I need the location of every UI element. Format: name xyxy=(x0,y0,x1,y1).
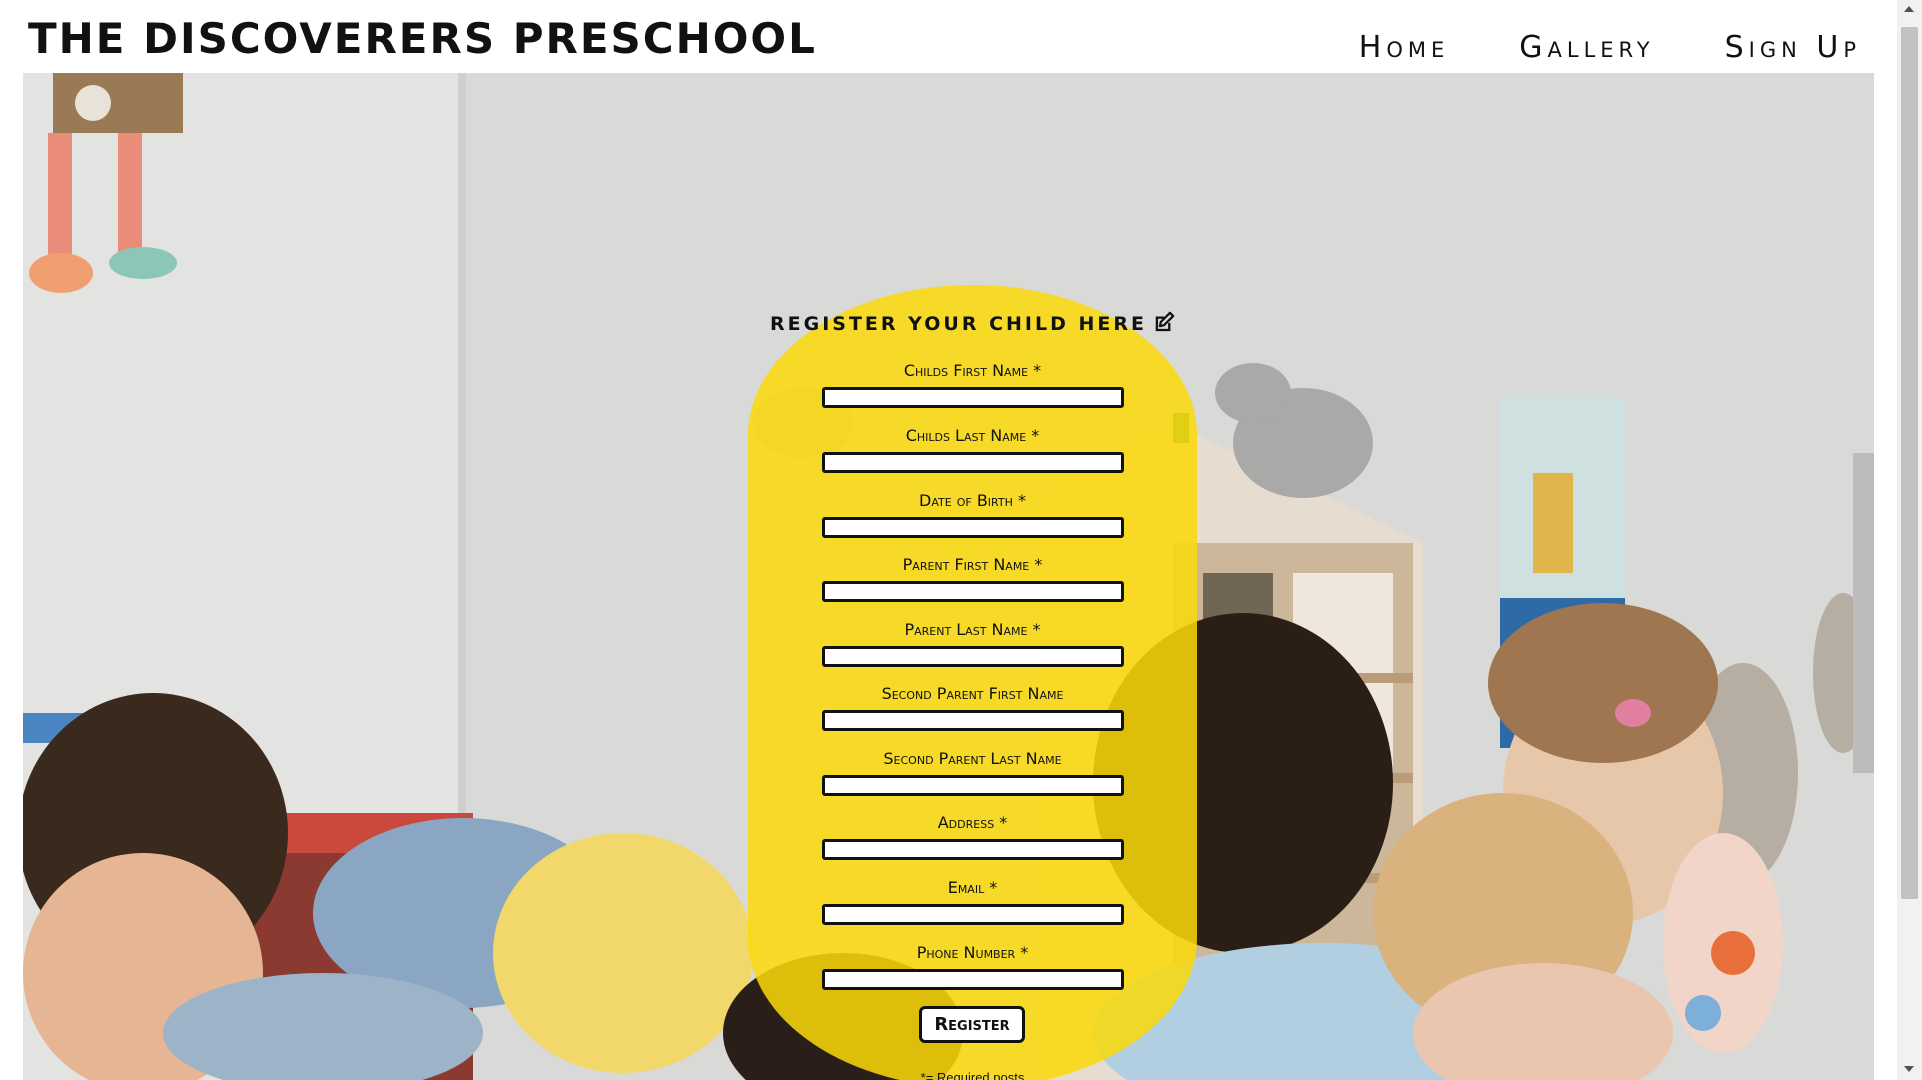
main-nav: Home Gallery Sign Up xyxy=(1359,30,1861,65)
nav-home-link[interactable]: Home xyxy=(1359,30,1449,65)
register-button[interactable]: Register xyxy=(919,1006,1025,1043)
second-parent-first-name-label: Second Parent First Name xyxy=(881,684,1064,703)
site-title: THE DISCOVERERS PRESCHOOL xyxy=(28,14,817,63)
scrollbar-thumb[interactable] xyxy=(1901,27,1918,899)
second-parent-first-name-input[interactable] xyxy=(821,710,1124,731)
field-childs-last-name: Childs Last Name * xyxy=(748,424,1197,473)
field-childs-first-name: Childs First Name * xyxy=(748,359,1197,408)
required-note: *= Required posts xyxy=(920,1070,1025,1080)
childs-first-name-input[interactable] xyxy=(821,387,1124,408)
parent-last-name-label: Parent Last Name * xyxy=(904,620,1041,639)
second-parent-last-name-input[interactable] xyxy=(821,775,1124,796)
parent-first-name-input[interactable] xyxy=(821,581,1124,602)
page: THE DISCOVERERS PRESCHOOL Home Gallery S… xyxy=(0,0,1922,1080)
address-input[interactable] xyxy=(821,839,1124,860)
parent-first-name-label: Parent First Name * xyxy=(902,555,1043,574)
nav-gallery-link[interactable]: Gallery xyxy=(1519,30,1654,65)
phone-number-label: Phone Number * xyxy=(916,943,1029,962)
scroll-up-arrow-icon[interactable] xyxy=(1904,6,1914,12)
second-parent-last-name-label: Second Parent Last Name xyxy=(883,749,1062,768)
field-second-parent-last-name: Second Parent Last Name xyxy=(748,747,1197,796)
childs-last-name-input[interactable] xyxy=(821,452,1124,473)
childs-last-name-label: Childs Last Name * xyxy=(905,426,1040,445)
scroll-down-arrow-icon[interactable] xyxy=(1904,1066,1914,1072)
site-header: THE DISCOVERERS PRESCHOOL Home Gallery S… xyxy=(0,0,1897,73)
phone-number-input[interactable] xyxy=(821,969,1124,990)
field-address: Address * xyxy=(748,811,1197,860)
vertical-scrollbar[interactable] xyxy=(1897,0,1922,1080)
date-of-birth-input[interactable] xyxy=(821,517,1124,538)
field-email: Email * xyxy=(748,876,1197,925)
form-title: REGISTER YOUR CHILD HERE xyxy=(748,311,1197,338)
field-parent-first-name: Parent First Name * xyxy=(748,553,1197,602)
parent-last-name-input[interactable] xyxy=(821,646,1124,667)
nav-sign-up-link[interactable]: Sign Up xyxy=(1725,30,1861,65)
form-title-text: REGISTER YOUR CHILD HERE xyxy=(770,313,1147,335)
field-parent-last-name: Parent Last Name * xyxy=(748,618,1197,667)
field-phone-number: Phone Number * xyxy=(748,941,1197,990)
hero-photo: REGISTER YOUR CHILD HERE Childs First Na… xyxy=(23,73,1874,1080)
address-label: Address * xyxy=(937,813,1008,832)
date-of-birth-label: Date of Birth * xyxy=(919,491,1026,510)
field-second-parent-first-name: Second Parent First Name xyxy=(748,682,1197,731)
email-input[interactable] xyxy=(821,904,1124,925)
email-label: Email * xyxy=(947,878,998,897)
childs-first-name-label: Childs First Name * xyxy=(903,361,1042,380)
edit-icon xyxy=(1153,311,1175,338)
registration-form: REGISTER YOUR CHILD HERE Childs First Na… xyxy=(748,285,1197,1080)
field-date-of-birth: Date of Birth * xyxy=(748,489,1197,538)
